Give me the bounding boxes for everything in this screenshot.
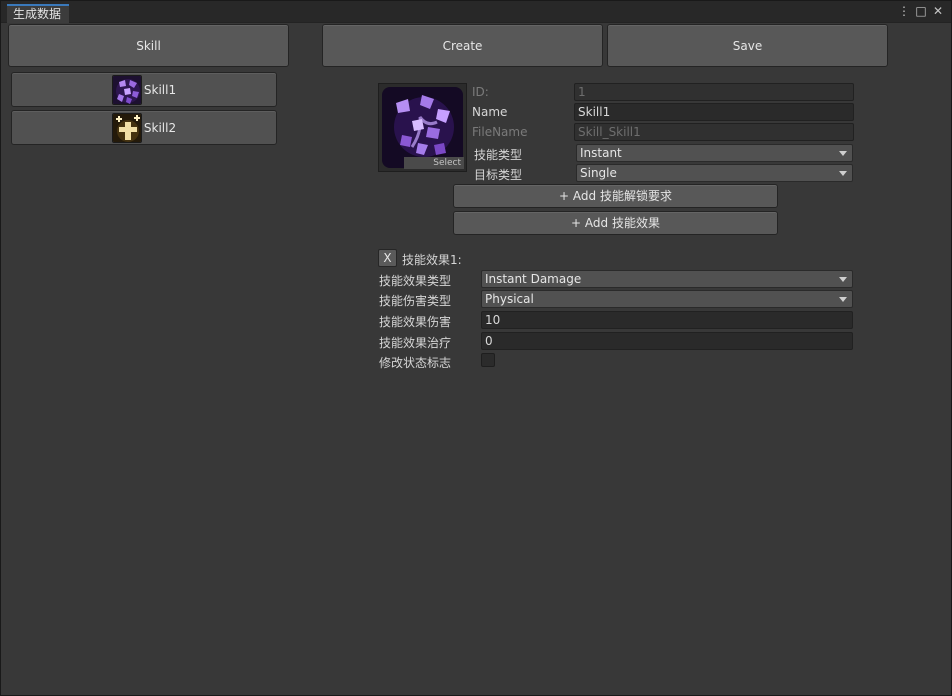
chevron-down-icon bbox=[839, 297, 847, 302]
damage-type-value: Physical bbox=[485, 292, 534, 306]
effect-damage-label: 技能效果伤害 bbox=[379, 315, 452, 329]
add-unlock-requirement-button[interactable]: + Add 技能解锁要求 bbox=[453, 184, 778, 208]
select-icon-button[interactable]: Select bbox=[404, 157, 464, 169]
effect-heal-label: 技能效果治疗 bbox=[379, 336, 452, 350]
target-type-value: Single bbox=[580, 166, 617, 180]
skill-list-item-label: Skill2 bbox=[143, 120, 177, 135]
chevron-down-icon bbox=[839, 277, 847, 282]
damage-type-dropdown[interactable]: Physical bbox=[481, 290, 853, 308]
filename-field: Skill_Skill1 bbox=[574, 123, 854, 141]
effect-title: 技能效果1: bbox=[402, 253, 462, 267]
skill-button[interactable]: Skill bbox=[8, 24, 289, 67]
purple-crystal-icon bbox=[111, 74, 142, 105]
window-controls: ⋮ □ ✕ bbox=[897, 4, 945, 19]
generate-data-window: 生成数据 ⋮ □ ✕ Skill Create Save Skill1 Skil… bbox=[0, 0, 952, 696]
skill-icon-field[interactable]: Select bbox=[378, 83, 467, 172]
chevron-down-icon bbox=[839, 151, 847, 156]
window-tab-title: 生成数据 bbox=[13, 7, 62, 21]
effect-damage-field[interactable]: 10 bbox=[481, 311, 853, 329]
skill-type-value: Instant bbox=[580, 146, 622, 160]
modify-flag-label: 修改状态标志 bbox=[379, 356, 452, 370]
skill-list-item[interactable]: Skill1 bbox=[11, 72, 277, 107]
skill-list-item[interactable]: Skill2 bbox=[11, 110, 277, 145]
effect-type-value: Instant Damage bbox=[485, 272, 582, 286]
add-skill-effect-button[interactable]: + Add 技能效果 bbox=[453, 211, 778, 235]
name-label: Name bbox=[472, 105, 508, 119]
create-button[interactable]: Create bbox=[322, 24, 603, 67]
gold-cross-icon bbox=[111, 112, 142, 143]
damage-type-label: 技能伤害类型 bbox=[379, 294, 452, 308]
save-button[interactable]: Save bbox=[607, 24, 888, 67]
close-icon[interactable]: ✕ bbox=[931, 4, 945, 19]
remove-effect-button[interactable]: X bbox=[378, 249, 397, 267]
id-label: ID: bbox=[472, 85, 489, 99]
target-type-dropdown[interactable]: Single bbox=[576, 164, 853, 182]
filename-label: FileName bbox=[472, 125, 528, 139]
target-type-label: 目标类型 bbox=[474, 168, 523, 182]
skill-type-dropdown[interactable]: Instant bbox=[576, 144, 853, 162]
skill-type-label: 技能类型 bbox=[474, 148, 523, 162]
window-titlebar: 生成数据 ⋮ □ ✕ bbox=[1, 1, 951, 23]
skill-list-item-label: Skill1 bbox=[143, 82, 177, 97]
name-field[interactable]: Skill1 bbox=[574, 103, 854, 121]
more-options-icon[interactable]: ⋮ bbox=[897, 4, 911, 19]
chevron-down-icon bbox=[839, 171, 847, 176]
effect-heal-field[interactable]: 0 bbox=[481, 332, 853, 350]
modify-flag-checkbox[interactable] bbox=[481, 353, 495, 367]
id-field: 1 bbox=[574, 83, 854, 101]
purple-crystal-icon bbox=[382, 87, 463, 168]
effect-type-dropdown[interactable]: Instant Damage bbox=[481, 270, 853, 288]
maximize-icon[interactable]: □ bbox=[914, 4, 928, 19]
effect-type-label: 技能效果类型 bbox=[379, 274, 452, 288]
window-tab[interactable]: 生成数据 bbox=[7, 4, 70, 23]
